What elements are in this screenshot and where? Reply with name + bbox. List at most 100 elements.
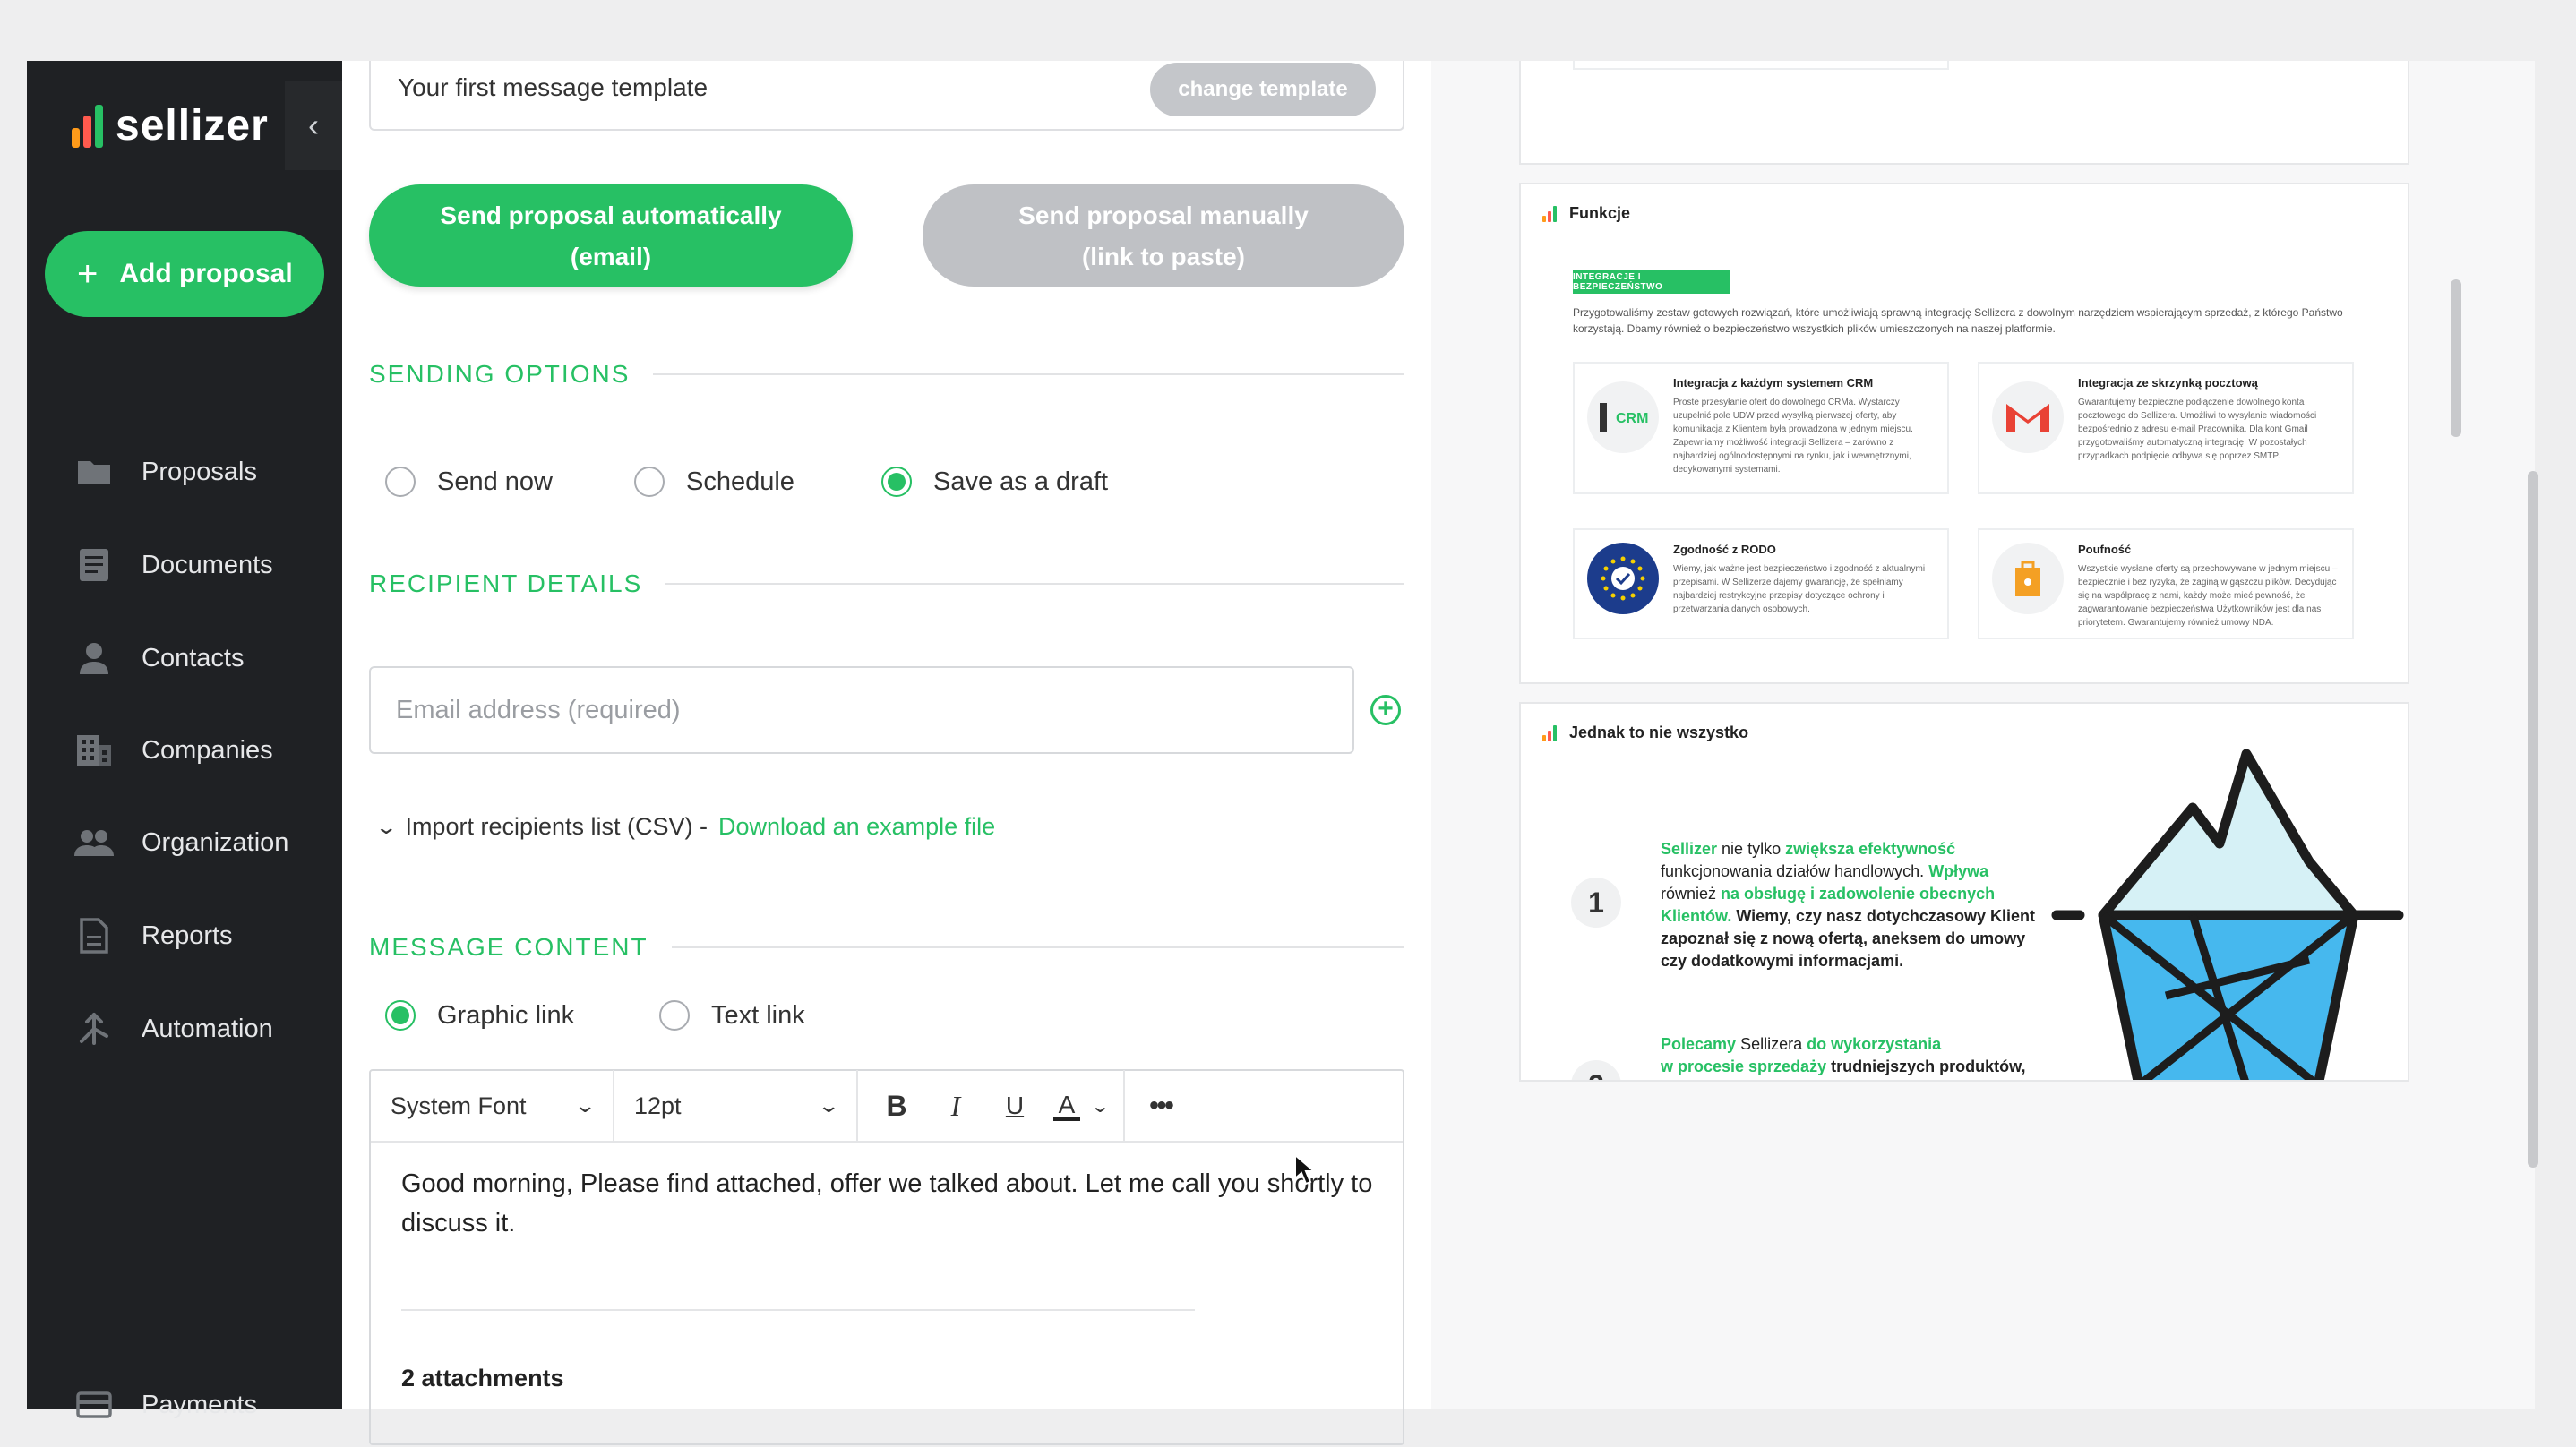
feature-rodo: Zgodność z RODO Wiemy, jak ważne jest be… bbox=[1573, 528, 1949, 639]
radio-schedule[interactable]: Schedule bbox=[634, 462, 794, 501]
feature-title: Integracja z każdym systemem CRM bbox=[1673, 376, 1874, 390]
page-scrollbar[interactable] bbox=[2528, 471, 2538, 1168]
people-icon bbox=[73, 822, 115, 863]
feature-desc: Wiemy, jak ważne jest bezpieczeństwo i z… bbox=[1673, 564, 1926, 614]
sidebar-item-documents[interactable]: Documents bbox=[27, 534, 342, 596]
document-icon bbox=[73, 544, 115, 586]
proposal-form: Your first message template change templ… bbox=[342, 61, 1431, 1445]
template-label: Your first message template bbox=[398, 73, 708, 101]
sidebar-item-label: Contacts bbox=[142, 643, 245, 672]
step-1-text: Sellizer nie tylko zwiększa efektywność … bbox=[1661, 840, 2035, 970]
chevron-down-icon[interactable]: ⌄ bbox=[1089, 1070, 1125, 1142]
text-color-icon[interactable]: A bbox=[1044, 1070, 1089, 1142]
preview-card-top bbox=[1519, 61, 2409, 165]
sidebar-item-label: Documents bbox=[142, 550, 273, 579]
radio-label: Schedule bbox=[686, 467, 794, 496]
change-template-button[interactable]: change template bbox=[1150, 63, 1376, 116]
logo-bars-icon bbox=[1542, 724, 1557, 741]
svg-text:CRM: CRM bbox=[1616, 411, 1648, 426]
section-title: MESSAGE CONTENT bbox=[369, 933, 648, 961]
radio-circle[interactable] bbox=[385, 467, 416, 497]
lock-icon bbox=[1992, 543, 2064, 614]
feature-desc: Proste przesyłanie ofert do dowolnego CR… bbox=[1673, 398, 1913, 475]
sidebar-item-label: Organization bbox=[142, 827, 289, 857]
attachments-count: 2 attachments bbox=[401, 1365, 564, 1391]
bold-icon[interactable]: B bbox=[867, 1070, 926, 1142]
card-icon bbox=[73, 1384, 115, 1426]
sidebar-item-organization[interactable]: Organization bbox=[27, 811, 342, 874]
import-recipients-row[interactable]: ⌄ Import recipients list (CSV) - Downloa… bbox=[374, 813, 995, 841]
preview-scrollbar[interactable] bbox=[2451, 279, 2461, 437]
sidebar-item-label: Proposals bbox=[142, 457, 257, 486]
radio-label: Save as a draft bbox=[933, 467, 1109, 496]
automation-icon bbox=[73, 1008, 115, 1049]
divider bbox=[401, 1309, 1195, 1311]
radio-save-draft[interactable]: Save as a draft bbox=[881, 462, 1108, 501]
radio-circle[interactable] bbox=[659, 1000, 690, 1031]
sidebar-item-companies[interactable]: Companies bbox=[27, 719, 342, 782]
font-family-select[interactable]: System Font ⌄ bbox=[371, 1070, 614, 1142]
sidebar-item-label: Payments bbox=[142, 1390, 257, 1419]
feature-confidentiality: Poufność Wszystkie wysłane oferty są prz… bbox=[1978, 528, 2354, 639]
radio-circle[interactable] bbox=[634, 467, 665, 497]
add-recipient-plus-icon[interactable]: + bbox=[1370, 695, 1401, 725]
underline-icon[interactable]: U bbox=[985, 1070, 1044, 1142]
eu-shield-icon bbox=[1587, 543, 1659, 614]
radio-text-link[interactable]: Text link bbox=[659, 996, 805, 1035]
sidebar-item-payments[interactable]: Payments bbox=[27, 1374, 342, 1436]
send-automatically-button[interactable]: Send proposal automatically (email) bbox=[369, 184, 853, 287]
card-heading: Jednak to nie wszystko bbox=[1542, 724, 1748, 742]
person-icon bbox=[73, 638, 115, 679]
feature-crm: CRM Integracja z każdym systemem CRM Pro… bbox=[1573, 362, 1949, 494]
card-title: Jednak to nie wszystko bbox=[1569, 724, 1749, 741]
radio-label: Graphic link bbox=[437, 1000, 575, 1030]
card-heading: Funkcje bbox=[1542, 204, 1630, 223]
chevron-down-icon: ⌄ bbox=[816, 1094, 840, 1117]
preview-card-more: Jednak to nie wszystko 1 Sellizer nie ty… bbox=[1519, 702, 2409, 1082]
logo-bars-icon bbox=[1542, 205, 1557, 222]
radio-circle-selected[interactable] bbox=[881, 467, 912, 497]
chevron-left-icon: ‹ bbox=[308, 107, 319, 143]
message-body[interactable]: Good morning, Please find attached, offe… bbox=[401, 1164, 1378, 1243]
sending-options-header: SENDING OPTIONS bbox=[369, 356, 1404, 392]
send-auto-line1: Send proposal automatically bbox=[440, 201, 782, 229]
download-example-link[interactable]: Download an example file bbox=[718, 813, 995, 841]
message-content-header: MESSAGE CONTENT bbox=[369, 929, 1404, 965]
sidebar-item-automation[interactable]: Automation bbox=[27, 997, 342, 1060]
radio-graphic-link[interactable]: Graphic link bbox=[385, 996, 574, 1035]
send-manually-button[interactable]: Send proposal manually (link to paste) bbox=[923, 184, 1404, 287]
sidebar-item-label: Reports bbox=[142, 920, 233, 950]
app-screen: sellizer ‹ + Add proposal Proposals Docu… bbox=[0, 0, 2576, 1447]
plus-icon: + bbox=[77, 253, 99, 294]
sidebar-item-contacts[interactable]: Contacts bbox=[27, 627, 342, 689]
sidebar-item-reports[interactable]: Reports bbox=[27, 904, 342, 967]
radio-circle-selected[interactable] bbox=[385, 1000, 416, 1031]
step-number-2: 2 bbox=[1571, 1060, 1621, 1080]
message-editor: System Font ⌄ 12pt ⌄ B I U A ⌄ ••• Good … bbox=[369, 1069, 1404, 1445]
italic-icon[interactable]: I bbox=[926, 1070, 985, 1142]
section-title: RECIPIENT DETAILS bbox=[369, 569, 643, 597]
email-input[interactable] bbox=[371, 668, 1352, 752]
feature-title: Integracja ze skrzynką pocztową bbox=[2078, 376, 2258, 390]
add-proposal-button[interactable]: + Add proposal bbox=[45, 231, 324, 317]
font-size-select[interactable]: 12pt ⌄ bbox=[614, 1070, 858, 1142]
font-size-value: 12pt bbox=[634, 1092, 682, 1119]
category-pill: INTEGRACJE I BEZPIECZEŃSTWO bbox=[1573, 270, 1730, 294]
sidebar-item-label: Automation bbox=[142, 1014, 273, 1043]
feature-mailbox: Integracja ze skrzynką pocztową Gwarantu… bbox=[1978, 362, 2354, 494]
send-manual-line1: Send proposal manually bbox=[1018, 201, 1309, 229]
gmail-icon bbox=[1992, 381, 2064, 453]
send-auto-line2: (email) bbox=[570, 243, 652, 270]
chevron-down-icon[interactable]: ⌄ bbox=[374, 816, 398, 839]
logo[interactable]: sellizer ‹ bbox=[45, 81, 342, 170]
preview-card-features: Funkcje INTEGRACJE I BEZPIECZEŃSTWO Przy… bbox=[1519, 183, 2409, 684]
proposal-preview: Funkcje INTEGRACJE I BEZPIECZEŃSTWO Przy… bbox=[1431, 61, 2535, 1409]
more-icon[interactable]: ••• bbox=[1125, 1070, 1197, 1142]
feature-title: Poufność bbox=[2078, 543, 2132, 556]
sidebar-item-proposals[interactable]: Proposals bbox=[27, 441, 342, 503]
editor-toolbar: System Font ⌄ 12pt ⌄ B I U A ⌄ ••• bbox=[371, 1070, 1403, 1143]
collapse-sidebar-button[interactable]: ‹ bbox=[285, 81, 342, 170]
email-field[interactable] bbox=[369, 666, 1354, 754]
radio-send-now[interactable]: Send now bbox=[385, 462, 553, 501]
logo-bars-icon bbox=[72, 103, 103, 148]
